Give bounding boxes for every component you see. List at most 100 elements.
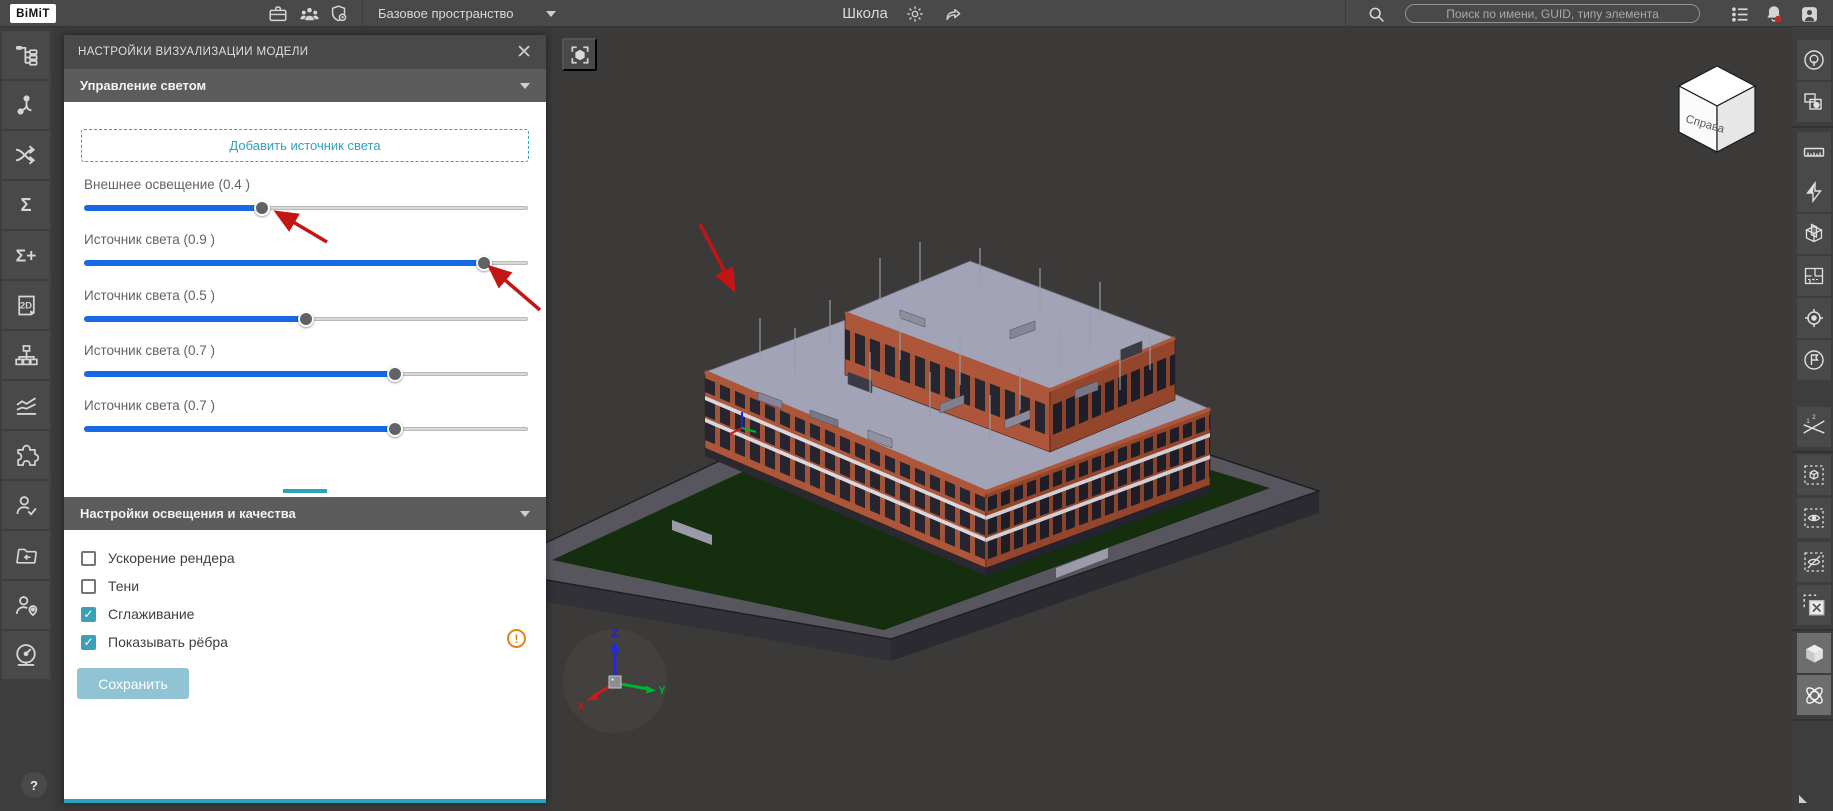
user-location-icon[interactable]	[2, 581, 50, 629]
user-check-icon[interactable]	[2, 481, 50, 529]
selection-area-icon[interactable]	[1797, 82, 1831, 122]
visualization-settings-panel: НАСТРОЙКИ ВИЗУАЛИЗАЦИИ МОДЕЛИ ✕ Управлен…	[64, 35, 546, 803]
workspace-selector[interactable]: Базовое пространство	[378, 0, 514, 27]
charts-icon[interactable]	[2, 381, 50, 429]
section-quality[interactable]: Настройки освещения и качества	[64, 497, 546, 530]
structure-icon[interactable]	[2, 331, 50, 379]
dashboard-icon[interactable]	[2, 631, 50, 679]
section-title: Настройки освещения и качества	[80, 506, 296, 521]
orbit-icon[interactable]	[1797, 675, 1831, 715]
flag-icon[interactable]	[1797, 340, 1831, 380]
light-control-body: Добавить источник света Внешнее освещени…	[64, 102, 546, 491]
briefcase-icon[interactable]	[266, 2, 290, 26]
chevron-down-icon[interactable]	[546, 11, 556, 17]
right-toolbar: 1 2	[1792, 27, 1833, 811]
sheets-2d-icon[interactable]: 2D	[2, 281, 50, 329]
topbar: BiMiT Базовое пространство Школа	[0, 0, 1833, 27]
slider-light-source-1: Источник света (0.9 )	[84, 232, 528, 278]
chevron-down-icon	[520, 511, 530, 517]
slider-thumb[interactable]	[476, 255, 492, 271]
ruler-icon[interactable]	[1797, 132, 1831, 172]
relations-icon[interactable]	[2, 81, 50, 129]
slider-track[interactable]	[84, 365, 528, 383]
shared-folder-icon[interactable]	[2, 531, 50, 579]
navigation-cube[interactable]: Справа	[1662, 60, 1772, 155]
slider-thumb[interactable]	[298, 311, 314, 327]
team-icon[interactable]	[297, 2, 321, 26]
svg-text:1: 1	[1806, 419, 1810, 425]
checkbox-icon	[81, 551, 96, 566]
shield-user-icon[interactable]	[327, 2, 351, 26]
share-icon[interactable]	[941, 2, 965, 26]
checkbox-icon	[81, 579, 96, 594]
chevron-down-icon	[520, 83, 530, 89]
list-icon[interactable]	[1728, 2, 1752, 26]
checkbox-antialiasing[interactable]: ✓ Сглаживание	[81, 600, 194, 628]
checkbox-shadows[interactable]: Тени	[81, 572, 139, 600]
svg-text:Σ+: Σ+	[16, 245, 37, 265]
isolate-icon[interactable]	[1797, 455, 1831, 495]
checkbox-show-edges[interactable]: ✓ Показывать рёбра	[81, 628, 228, 656]
slider-label: Источник света (0.7 )	[84, 343, 528, 361]
user-avatar-icon[interactable]	[1797, 2, 1821, 26]
toolbar-divider	[1792, 451, 1833, 453]
resize-corner[interactable]	[1799, 795, 1807, 803]
model-tree-icon[interactable]	[2, 31, 50, 79]
panel-header: НАСТРОЙКИ ВИЗУАЛИЗАЦИИ МОДЕЛИ ✕	[64, 35, 546, 69]
sum-add-icon[interactable]: Σ+	[2, 231, 50, 279]
save-button[interactable]: Сохранить	[77, 668, 189, 699]
slider-label: Источник света (0.5 )	[84, 288, 528, 306]
slider-track[interactable]	[84, 199, 528, 217]
gizmo-y-label: Y	[658, 685, 666, 697]
environment-icon[interactable]	[1797, 40, 1831, 80]
show-eye-icon[interactable]	[1797, 498, 1831, 538]
section-box-icon[interactable]	[1797, 214, 1831, 254]
hide-eye-icon[interactable]	[1797, 542, 1831, 582]
section-resize-handle[interactable]	[283, 489, 327, 493]
axis-gizmo[interactable]: Z Y X	[560, 626, 670, 736]
section-light-control[interactable]: Управление светом	[64, 69, 546, 102]
quality-body: Ускорение рендера Тени ✓ Сглаживание ✓ П…	[64, 530, 546, 799]
toolbar-divider	[1792, 126, 1833, 128]
sum-icon[interactable]: Σ	[2, 181, 50, 229]
slider-track[interactable]	[84, 254, 528, 272]
add-light-source-button[interactable]: Добавить источник света	[81, 129, 529, 162]
checkbox-icon: ✓	[81, 607, 96, 622]
toolbar-divider	[1792, 629, 1833, 631]
gear-icon[interactable]	[903, 2, 927, 26]
checkbox-icon: ✓	[81, 635, 96, 650]
focus-model-button[interactable]	[562, 38, 597, 71]
slider-thumb[interactable]	[387, 366, 403, 382]
clear-selection-icon[interactable]	[1797, 585, 1831, 625]
help-button[interactable]: ?	[21, 772, 47, 798]
slider-light-source-4: Источник света (0.7 )	[84, 398, 528, 444]
section-title: Управление светом	[80, 78, 206, 93]
svg-text:2: 2	[1812, 415, 1815, 421]
measure-between-icon[interactable]: 1 2	[1797, 407, 1831, 447]
floor-plan-icon[interactable]	[1797, 256, 1831, 296]
close-icon[interactable]: ✕	[516, 43, 532, 62]
svg-text:Σ: Σ	[20, 194, 31, 215]
slider-thumb[interactable]	[254, 200, 270, 216]
slider-track[interactable]	[84, 420, 528, 438]
slider-label: Источник света (0.7 )	[84, 398, 528, 416]
checkbox-render-acceleration[interactable]: Ускорение рендера	[81, 544, 235, 572]
locate-icon[interactable]	[1797, 298, 1831, 338]
search-icon[interactable]	[1364, 2, 1388, 26]
slider-track[interactable]	[84, 310, 528, 328]
slider-light-source-3: Источник света (0.7 )	[84, 343, 528, 389]
flash-icon[interactable]	[1797, 172, 1831, 212]
slider-thumb[interactable]	[387, 421, 403, 437]
notifications-bell-icon[interactable]	[1762, 2, 1786, 26]
toolbar-divider	[1792, 719, 1833, 721]
plugins-icon[interactable]	[2, 431, 50, 479]
search-input[interactable]	[1405, 4, 1700, 23]
solid-view-icon[interactable]	[1797, 633, 1831, 673]
slider-light-source-2: Источник света (0.5 )	[84, 288, 528, 334]
clash-detection-icon[interactable]	[2, 131, 50, 179]
app-logo[interactable]: BiMiT	[10, 4, 56, 23]
left-toolbar: Σ Σ+ 2D	[0, 27, 52, 811]
notification-dot	[1775, 16, 1782, 23]
slider-label: Источник света (0.9 )	[84, 232, 528, 250]
gizmo-z-label: Z	[611, 626, 618, 640]
